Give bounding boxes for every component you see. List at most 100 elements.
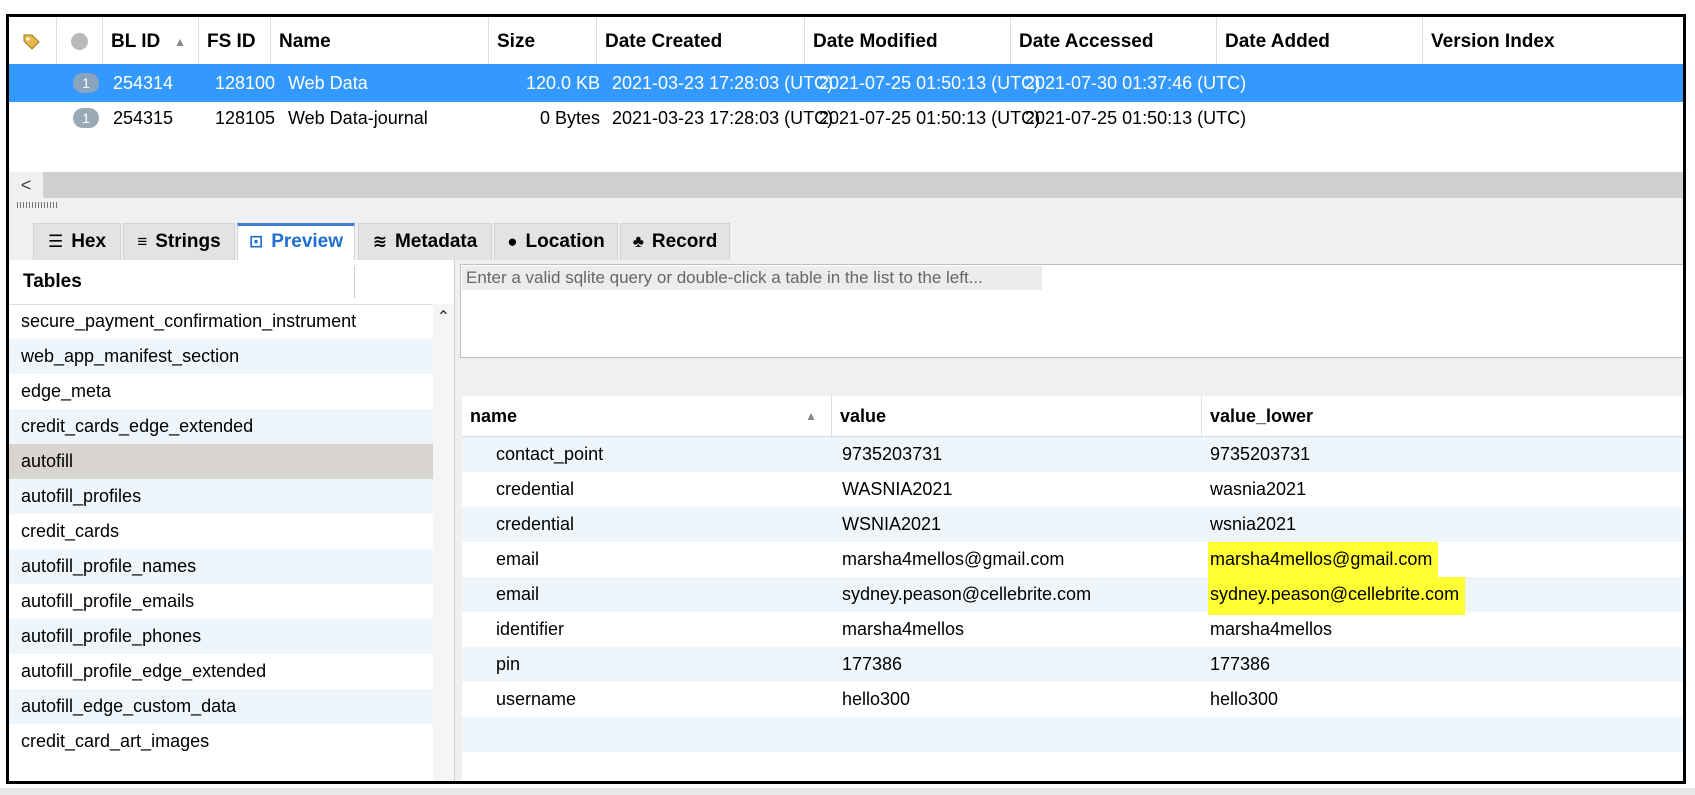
table-item-autofill-profiles[interactable]: autofill_profiles (9, 479, 433, 514)
table-item-credit-cards[interactable]: credit_cards (9, 514, 433, 549)
value-lower-cell: wsnia2021 (1210, 514, 1297, 534)
splitter-grip-icon (17, 202, 57, 208)
chevron-up-icon[interactable]: ⌃ (433, 308, 454, 328)
tables-header[interactable]: Tables (9, 260, 454, 305)
date-accessed-cell: 2021-07-30 01:37:46 (UTC) (1025, 73, 1247, 93)
table-item-secure-payment-confirmation-instrument[interactable]: secure_payment_confirmation_instrument (9, 304, 433, 339)
table-row[interactable]: contact_point 9735203731 9735203731 (462, 437, 1683, 472)
file-row[interactable]: 1 254314 128100 Web Data 120.0 KB 2021-0… (9, 64, 1683, 102)
preview-icon: ⊡ (248, 232, 264, 251)
file-row[interactable]: 1 254315 128105 Web Data-journal 0 Bytes… (9, 99, 1683, 137)
tab-location[interactable]: ● Location (494, 223, 618, 260)
date-modified-cell: 2021-07-25 01:50:13 (UTC) (819, 108, 1041, 128)
value-column-header[interactable]: value (832, 396, 1202, 436)
name-cell: email (496, 584, 540, 604)
date-modified-cell: 2021-07-25 01:50:13 (UTC) (819, 73, 1041, 93)
value-cell: WASNIA2021 (842, 479, 953, 499)
name-cell: credential (496, 479, 575, 499)
tab-label: Record (651, 231, 718, 252)
tag-column-header[interactable] (9, 17, 57, 67)
date-modified-column-header[interactable]: Date Modified (805, 17, 1011, 67)
date-accessed-column-header[interactable]: Date Accessed (1011, 17, 1217, 67)
bl-id-cell: 254314 (113, 73, 174, 93)
table-row[interactable]: username hello300 hello300 (462, 682, 1683, 717)
tab-label: Hex (71, 231, 107, 252)
status-dot-icon (71, 33, 88, 50)
version-badge: 1 (73, 73, 99, 93)
tab-record[interactable]: ♣ Record (620, 223, 730, 260)
size-cell: 120.0 KB (525, 73, 600, 93)
file-table-header: BL ID ▲ FS ID Name Size Date Created Date… (9, 17, 1683, 68)
date-created-column-header[interactable]: Date Created (597, 17, 805, 67)
date-added-column-header[interactable]: Date Added (1217, 17, 1423, 67)
app-window: BL ID ▲ FS ID Name Size Date Created Date… (6, 14, 1686, 784)
tab-preview[interactable]: ⊡ Preview (237, 223, 355, 260)
pane-splitter[interactable] (9, 198, 1683, 218)
name-column-header[interactable]: name ▲ (462, 396, 832, 436)
fs-id-column-header[interactable]: FS ID (199, 17, 271, 67)
size-cell: 0 Bytes (539, 108, 600, 128)
scroll-left-button[interactable]: < (9, 172, 43, 198)
strings-icon: ≡ (137, 232, 148, 251)
status-column-header[interactable] (57, 17, 103, 67)
file-table-horizontal-scrollbar[interactable]: < (9, 172, 1683, 198)
value-lower-cell: 9735203731 (1210, 444, 1311, 464)
table-row[interactable]: email marsha4mellos@gmail.com marsha4mel… (462, 542, 1683, 580)
name-cell: credential (496, 514, 575, 534)
sql-query-input[interactable]: Enter a valid sqlite query or double-cli… (460, 264, 1683, 358)
version-badge: 1 (73, 108, 99, 128)
tab-label: Preview (271, 231, 344, 252)
name-cell: pin (496, 654, 521, 674)
value-cell: sydney.peason@cellebrite.com (842, 584, 1092, 604)
table-row[interactable]: identifier marsha4mellos marsha4mellos (462, 612, 1683, 647)
name-column-header[interactable]: Name (271, 17, 489, 67)
table-item-edge-meta[interactable]: edge_meta (9, 374, 433, 409)
table-item-autofill[interactable]: autofill (9, 444, 433, 479)
size-column-header[interactable]: Size (489, 17, 597, 67)
table-item-credit-cards-edge-extended[interactable]: credit_cards_edge_extended (9, 409, 433, 444)
header-divider (354, 266, 355, 298)
table-item-autofill-profile-names[interactable]: autofill_profile_names (9, 549, 433, 584)
table-row[interactable]: credential WASNIA2021 wasnia2021 (462, 472, 1683, 507)
record-icon: ♣ (632, 232, 644, 251)
table-row[interactable]: email sydney.peason@cellebrite.com sydne… (462, 577, 1683, 615)
table-row[interactable]: credential WSNIA2021 wsnia2021 (462, 507, 1683, 542)
table-item-autofill-profile-emails[interactable]: autofill_profile_emails (9, 584, 433, 619)
metadata-icon: ≋ (372, 232, 387, 251)
table-item-autofill-profile-phones[interactable]: autofill_profile_phones (9, 619, 433, 654)
tag-icon (23, 34, 40, 50)
tab-metadata[interactable]: ≋ Metadata (358, 223, 492, 260)
table-item-autofill-profile-edge-extended[interactable]: autofill_profile_edge_extended (9, 654, 433, 689)
hex-icon: ☰ (47, 232, 64, 251)
tables-title: Tables (23, 271, 82, 292)
date-accessed-cell: 2021-07-25 01:50:13 (UTC) (1025, 108, 1247, 128)
value-cell: 177386 (842, 654, 903, 674)
bl-id-column-header[interactable]: BL ID ▲ (103, 17, 199, 67)
tables-vertical-scrollbar[interactable]: ⌃ (433, 304, 454, 781)
value-lower-cell: marsha4mellos (1210, 619, 1333, 639)
tab-hex[interactable]: ☰ Hex (33, 223, 121, 260)
version-index-column-header[interactable]: Version Index (1423, 17, 1683, 67)
table-item-autofill-edge-custom-data[interactable]: autofill_edge_custom_data (9, 689, 433, 724)
table-item-credit-card-art-images[interactable]: credit_card_art_images (9, 724, 433, 759)
table-row[interactable]: pin 177386 177386 (462, 647, 1683, 682)
value-cell: marsha4mellos@gmail.com (842, 549, 1065, 569)
value-cell: WSNIA2021 (842, 514, 942, 534)
tab-label: Location (525, 231, 605, 252)
query-placeholder: Enter a valid sqlite query or double-cli… (462, 266, 1042, 290)
fs-id-cell: 128105 (215, 108, 276, 128)
date-created-cell: 2021-03-23 17:28:03 (UTC) (612, 73, 834, 93)
name-cell: Web Data (288, 73, 368, 93)
value-lower-cell-highlighted: marsha4mellos@gmail.com (1208, 542, 1439, 580)
value-lower-column-header[interactable]: value_lower (1202, 396, 1683, 436)
bl-id-cell: 254315 (113, 108, 174, 128)
table-item-web-app-manifest-section[interactable]: web_app_manifest_section (9, 339, 433, 374)
preview-area: Enter a valid sqlite query or double-cli… (455, 260, 1683, 781)
date-created-cell: 2021-03-23 17:28:03 (UTC) (612, 108, 834, 128)
tab-label: Metadata (394, 231, 478, 252)
name-cell: email (496, 549, 540, 569)
sort-asc-icon: ▲ (174, 35, 186, 49)
name-cell: identifier (496, 619, 565, 639)
tab-strings[interactable]: ≡ Strings (123, 223, 235, 260)
fs-id-cell: 128100 (215, 73, 276, 93)
